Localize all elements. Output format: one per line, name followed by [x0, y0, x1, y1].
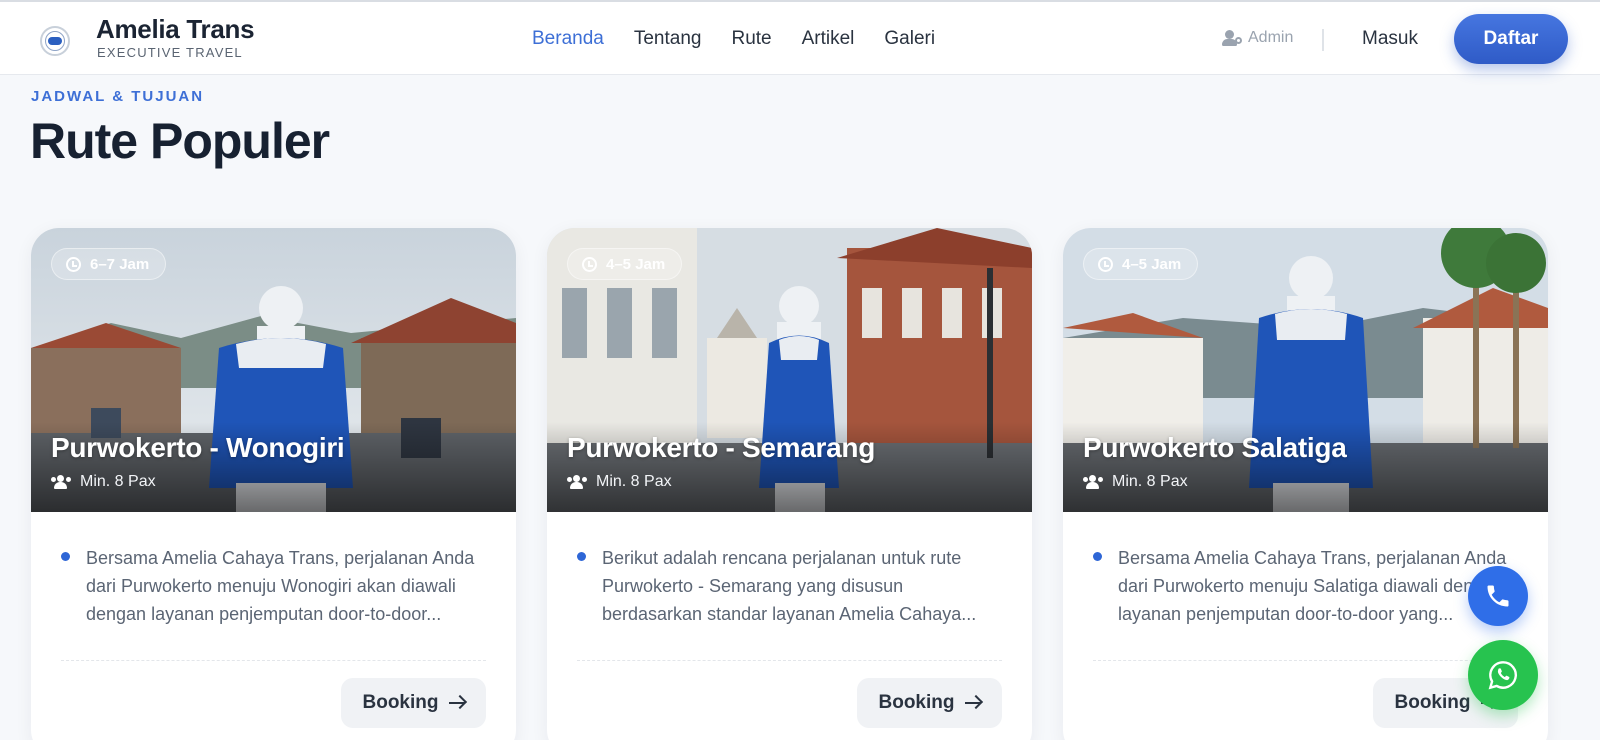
whatsapp-icon [1488, 661, 1517, 690]
call-button[interactable] [1468, 566, 1528, 626]
nav-tentang[interactable]: Tentang [634, 28, 702, 50]
register-button[interactable]: Daftar [1454, 14, 1568, 64]
route-title[interactable]: Purwokerto - Semarang [567, 432, 875, 464]
duration-text: 4–5 Jam [606, 255, 666, 273]
clock-icon [1098, 256, 1113, 272]
pax-info: Min. 8 Pax [51, 473, 156, 491]
route-description: Berikut adalah rencana perjalanan untuk … [577, 544, 1002, 628]
route-description: Bersama Amelia Cahaya Trans, perjalanan … [61, 544, 486, 628]
clock-icon [582, 256, 597, 272]
duration-badge: 6–7 Jam [51, 248, 167, 280]
route-image[interactable]: 6–7 Jam Purwokerto - Wonogiri Min. 8 Pax [31, 228, 516, 512]
route-title[interactable]: Purwokerto Salatiga [1083, 432, 1347, 464]
duration-badge: 4–5 Jam [1083, 248, 1199, 280]
phone-icon [1487, 585, 1509, 607]
pax-info: Min. 8 Pax [567, 473, 672, 491]
route-image[interactable]: 4–5 Jam Purwokerto Salatiga Min. 8 Pax [1063, 228, 1548, 512]
admin-label: Admin [1248, 29, 1294, 46]
pax-text: Min. 8 Pax [596, 473, 672, 490]
logo-bus-shape [48, 37, 62, 45]
duration-text: 4–5 Jam [1122, 255, 1182, 273]
card-divider [577, 660, 1002, 661]
clock-icon [66, 256, 81, 272]
route-title[interactable]: Purwokerto - Wonogiri [51, 432, 345, 464]
users-icon [51, 475, 71, 489]
nav-beranda[interactable]: Beranda [532, 28, 604, 50]
route-card-body: Bersama Amelia Cahaya Trans, perjalanan … [31, 512, 516, 728]
main-nav: Beranda Tentang Rute Artikel Galeri [532, 28, 935, 50]
bullet-dot [61, 552, 70, 561]
booking-button[interactable]: Booking [857, 678, 1002, 728]
nav-galeri[interactable]: Galeri [884, 28, 935, 50]
route-description-text: Bersama Amelia Cahaya Trans, perjalanan … [1118, 548, 1507, 624]
top-navbar: Amelia Trans EXECUTIVE TRAVEL Beranda Te… [0, 0, 1600, 74]
arrow-right-icon [964, 702, 981, 704]
pax-text: Min. 8 Pax [1112, 473, 1188, 490]
route-image[interactable]: 4–5 Jam Purwokerto - Semarang Min. 8 Pax [547, 228, 1032, 512]
whatsapp-button[interactable] [1468, 640, 1538, 710]
card-divider [61, 660, 486, 661]
booking-label: Booking [362, 692, 439, 713]
card-divider [1093, 660, 1518, 661]
users-icon [567, 475, 587, 489]
section-title: Rute Populer [30, 113, 330, 169]
admin-link[interactable]: Admin [1222, 29, 1293, 47]
brand-logo-icon[interactable] [40, 26, 70, 56]
bullet-dot [577, 552, 586, 561]
arrow-right-icon [448, 702, 465, 704]
brand-tagline: EXECUTIVE TRAVEL [97, 45, 243, 60]
route-card-wonogiri: 6–7 Jam Purwokerto - Wonogiri Min. 8 Pax… [31, 228, 516, 740]
route-description-text: Berikut adalah rencana perjalanan untuk … [602, 548, 977, 624]
booking-label: Booking [1394, 692, 1471, 713]
route-description-text: Bersama Amelia Cahaya Trans, perjalanan … [86, 548, 475, 624]
booking-button[interactable]: Booking [341, 678, 486, 728]
pax-info: Min. 8 Pax [1083, 473, 1188, 491]
route-description: Bersama Amelia Cahaya Trans, perjalanan … [1093, 544, 1518, 628]
nav-artikel[interactable]: Artikel [802, 28, 855, 50]
nav-rute[interactable]: Rute [731, 28, 771, 50]
section-eyebrow: JADWAL & TUJUAN [31, 88, 205, 105]
duration-text: 6–7 Jam [90, 255, 150, 273]
header-divider [1322, 29, 1324, 51]
route-card-body: Berikut adalah rencana perjalanan untuk … [547, 512, 1032, 728]
booking-label: Booking [878, 692, 955, 713]
bullet-dot [1093, 552, 1102, 561]
user-key-icon [1222, 30, 1242, 46]
duration-badge: 4–5 Jam [567, 248, 683, 280]
login-button[interactable]: Masuk [1362, 28, 1418, 50]
users-icon [1083, 475, 1103, 489]
brand-name[interactable]: Amelia Trans [96, 14, 255, 45]
pax-text: Min. 8 Pax [80, 473, 156, 490]
route-card-semarang: 4–5 Jam Purwokerto - Semarang Min. 8 Pax… [547, 228, 1032, 740]
